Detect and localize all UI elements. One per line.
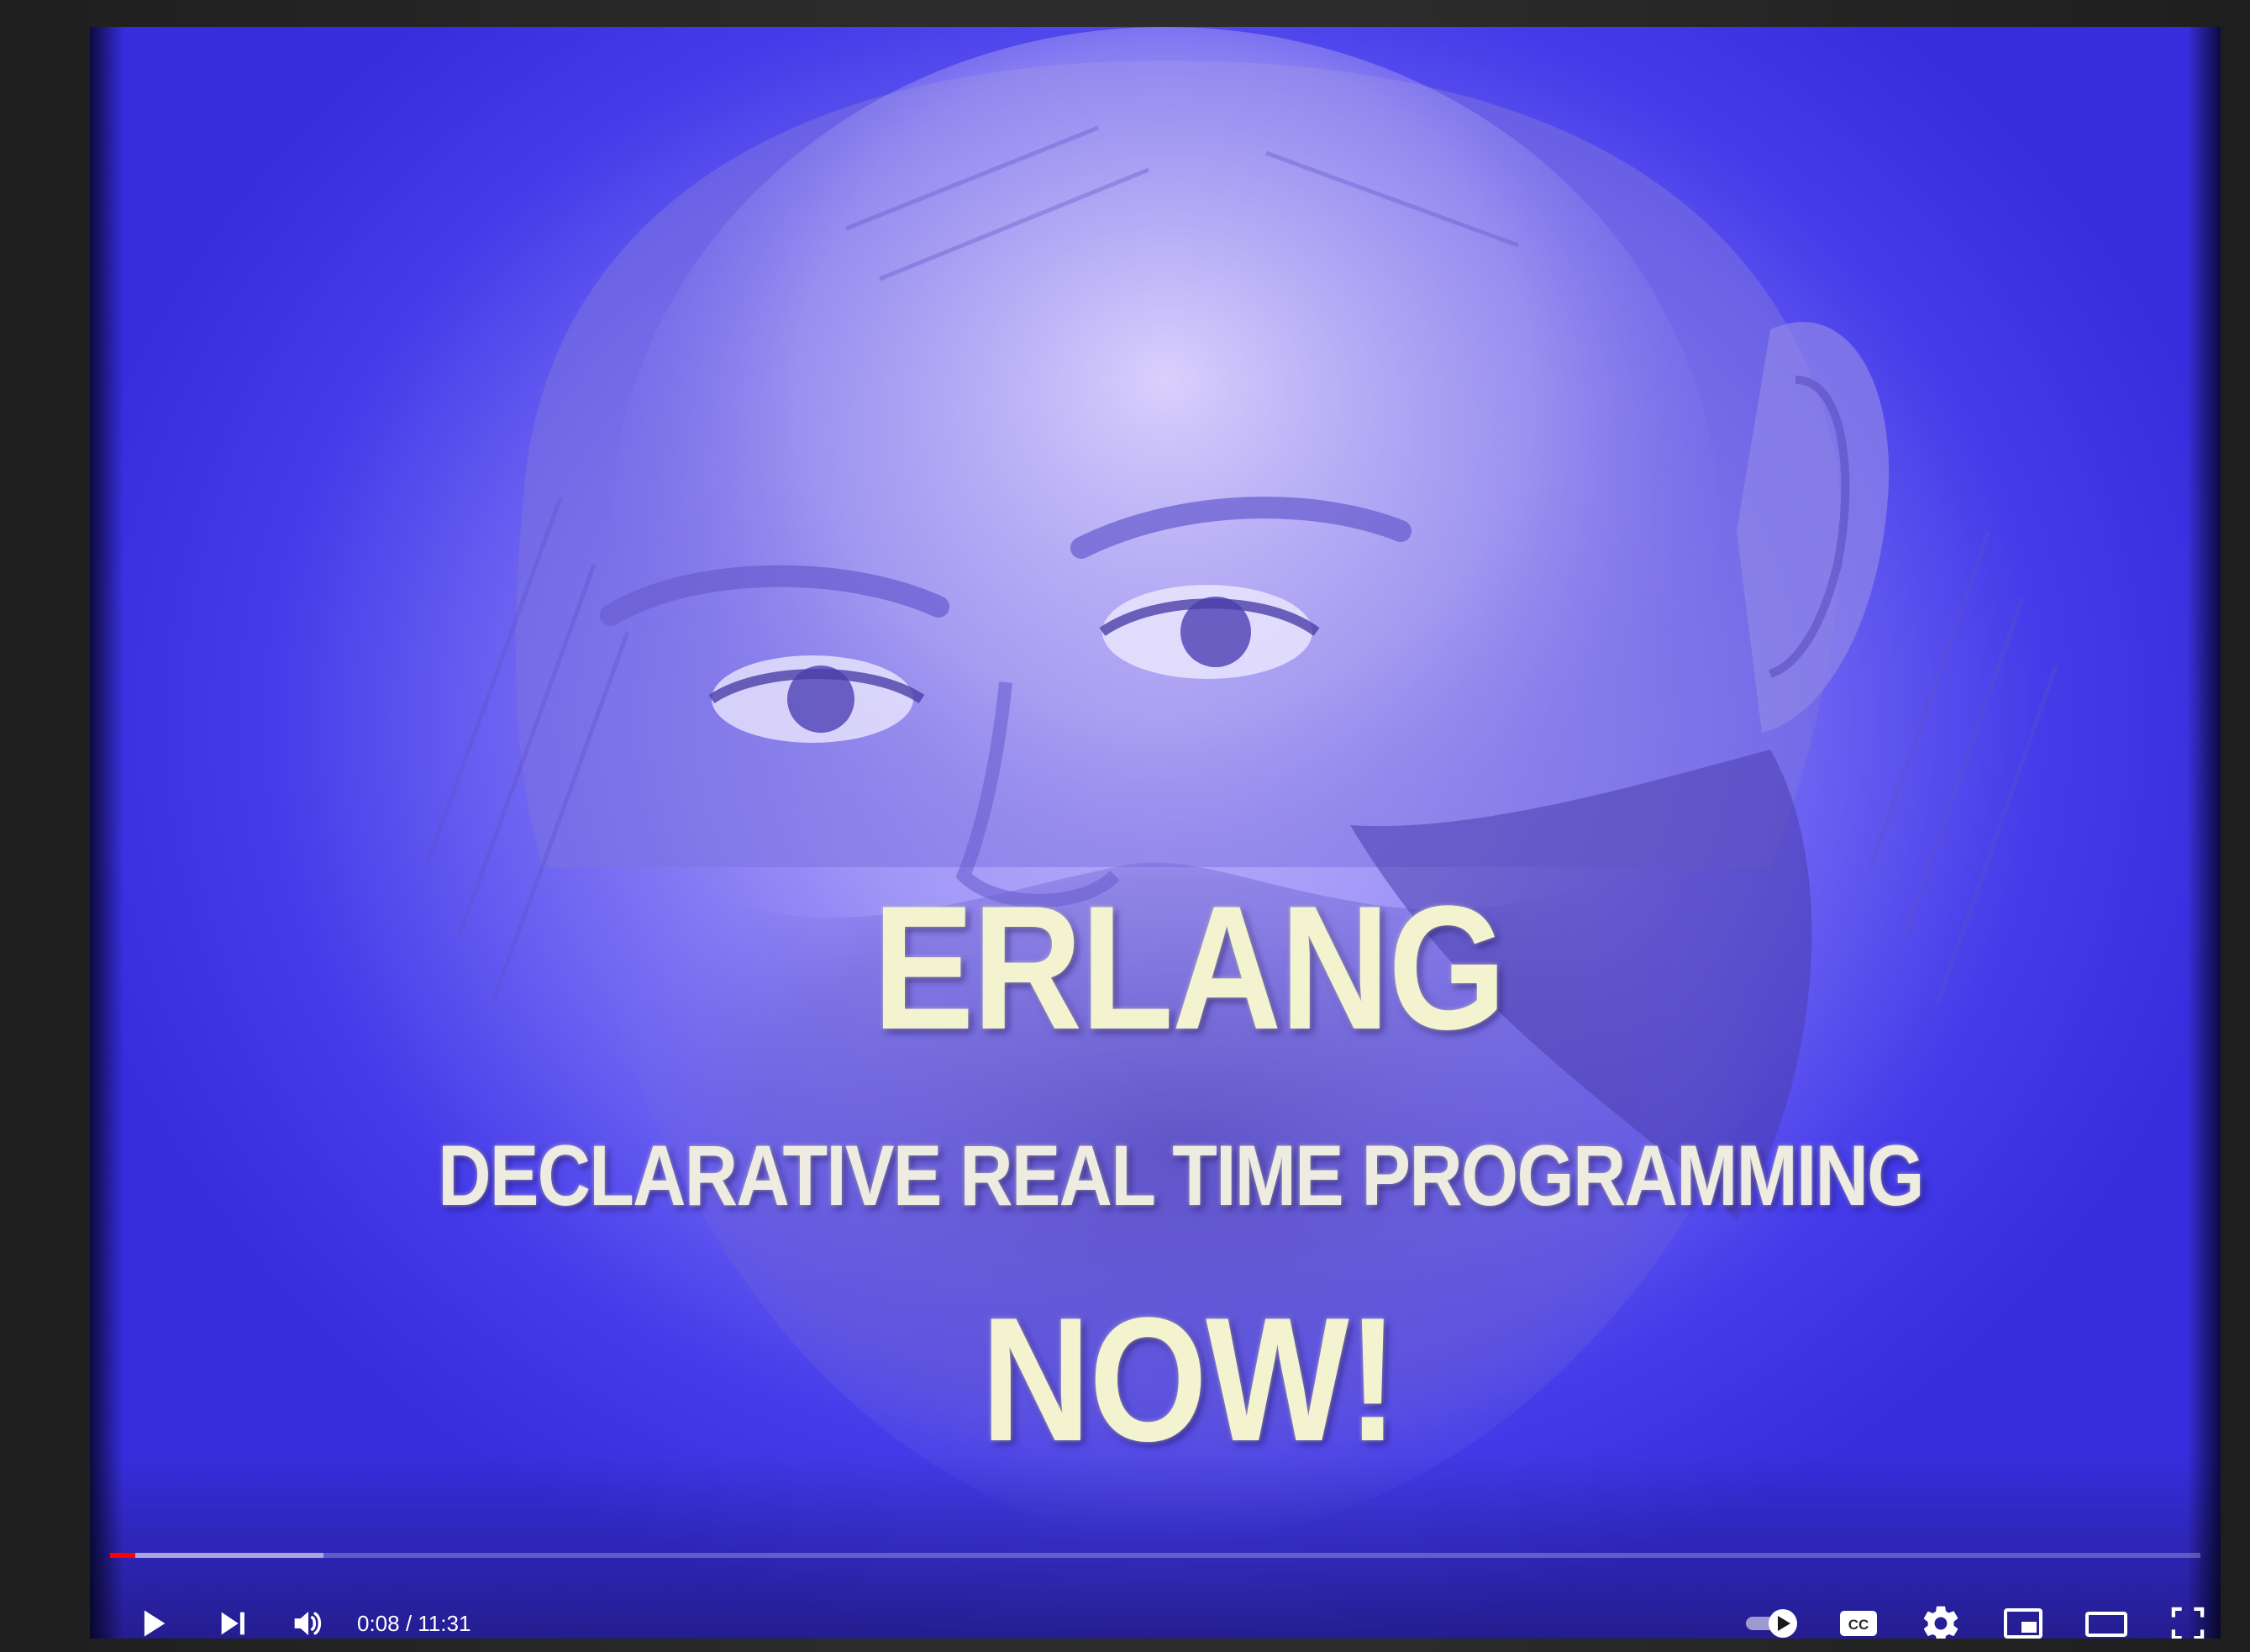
video-title-now: NOW! xyxy=(980,1281,1398,1478)
autoplay-toggle-icon xyxy=(1746,1609,1797,1638)
time-separator: / xyxy=(399,1611,418,1636)
volume-button[interactable] xyxy=(281,1597,335,1639)
video-subtitle: DECLARATIVE REAL TIME PROGRAMMING xyxy=(438,1128,1924,1223)
video-player[interactable]: ERLANG DECLARATIVE REAL TIME PROGRAMMING… xyxy=(90,27,2221,1639)
progress-played xyxy=(110,1553,135,1558)
play-icon xyxy=(144,1610,166,1637)
svg-text:CC: CC xyxy=(1848,1617,1869,1633)
volume-icon xyxy=(294,1612,322,1635)
time-display: 0:08 / 11:31 xyxy=(357,1605,471,1639)
next-icon xyxy=(221,1612,244,1635)
theater-mode-button[interactable] xyxy=(2073,1597,2140,1639)
video-title-erlang: ERLANG xyxy=(872,869,1506,1066)
crt-edge-left xyxy=(90,27,124,1639)
gear-icon xyxy=(1923,1606,1958,1639)
miniplayer-icon xyxy=(2004,1608,2042,1639)
play-button[interactable] xyxy=(127,1597,181,1639)
time-total: 11:31 xyxy=(418,1611,471,1636)
time-current: 0:08 xyxy=(357,1611,400,1636)
fullscreen-icon xyxy=(2171,1607,2205,1639)
video-frame[interactable]: ERLANG DECLARATIVE REAL TIME PROGRAMMING… xyxy=(90,27,2221,1639)
fullscreen-button[interactable] xyxy=(2157,1597,2219,1639)
settings-button[interactable] xyxy=(1910,1597,1972,1639)
theater-mode-icon xyxy=(2085,1612,2127,1637)
autoplay-toggle[interactable] xyxy=(1737,1597,1812,1639)
next-button[interactable] xyxy=(206,1597,260,1639)
miniplayer-button[interactable] xyxy=(1992,1597,2054,1639)
captions-icon: CC xyxy=(1840,1611,1877,1636)
crt-edge-right xyxy=(2187,27,2221,1639)
captions-button[interactable]: CC xyxy=(1827,1597,1890,1639)
progress-buffered xyxy=(110,1553,323,1558)
progress-bar[interactable] xyxy=(110,1553,2200,1558)
